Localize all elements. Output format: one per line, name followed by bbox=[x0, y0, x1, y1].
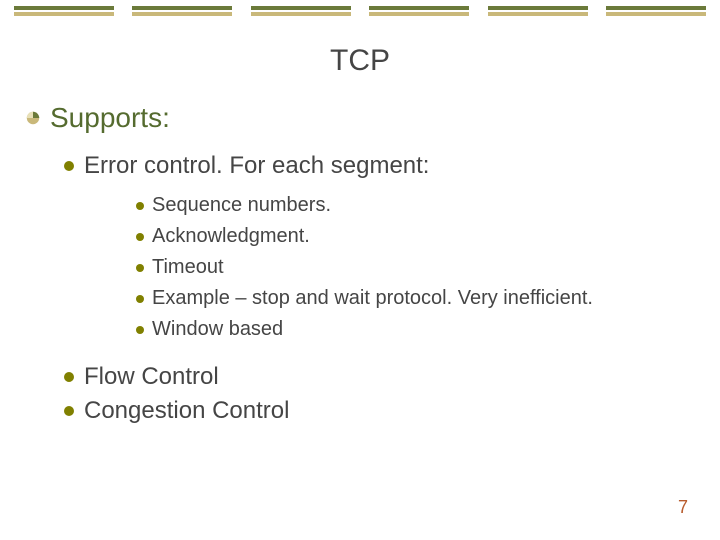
lvl2-text: Example – stop and wait protocol. Very i… bbox=[152, 287, 593, 310]
lvl2-text: Window based bbox=[152, 318, 283, 341]
page-number: 7 bbox=[678, 497, 688, 518]
bar-pair bbox=[251, 6, 351, 16]
bullet-icon bbox=[136, 202, 144, 210]
level2-list: Sequence numbers. Acknowledgment. Timeou… bbox=[136, 194, 688, 341]
bullet-icon bbox=[136, 264, 144, 272]
bullet-icon bbox=[136, 326, 144, 334]
pie-bullet-icon bbox=[26, 111, 40, 125]
slide-body: Supports: Error control. For each segmen… bbox=[0, 78, 720, 425]
bar-pair bbox=[14, 6, 114, 16]
lvl2-text: Timeout bbox=[152, 256, 224, 279]
list-item: Example – stop and wait protocol. Very i… bbox=[136, 287, 688, 310]
lvl1-text: Error control. For each segment: bbox=[84, 152, 429, 180]
slide: TCP Supports: Error control. For each se… bbox=[0, 0, 720, 540]
bar-pair bbox=[606, 6, 706, 16]
bar-pair bbox=[488, 6, 588, 16]
bar-pair bbox=[132, 6, 232, 16]
level1-list: Error control. For each segment: Sequenc… bbox=[64, 152, 688, 425]
supports-label: Supports: bbox=[50, 102, 170, 134]
bullet-icon bbox=[64, 161, 74, 171]
list-item: Flow Control bbox=[64, 363, 688, 391]
page-title: TCP bbox=[0, 44, 720, 78]
list-item: Error control. For each segment: bbox=[64, 152, 688, 180]
bullet-icon bbox=[136, 295, 144, 303]
list-item: Acknowledgment. bbox=[136, 225, 688, 248]
bullet-icon bbox=[64, 372, 74, 382]
bullet-icon bbox=[136, 233, 144, 241]
title-wrap: TCP bbox=[0, 44, 720, 78]
lvl2-text: Sequence numbers. bbox=[152, 194, 331, 217]
bullet-icon bbox=[64, 406, 74, 416]
lvl2-text: Acknowledgment. bbox=[152, 225, 310, 248]
decorative-top-bars bbox=[0, 0, 720, 16]
supports-heading: Supports: bbox=[26, 102, 688, 134]
list-item: Sequence numbers. bbox=[136, 194, 688, 217]
lvl1-text: Congestion Control bbox=[84, 397, 289, 425]
list-item: Congestion Control bbox=[64, 397, 688, 425]
list-item: Timeout bbox=[136, 256, 688, 279]
lvl1-text: Flow Control bbox=[84, 363, 219, 391]
list-item: Window based bbox=[136, 318, 688, 341]
bar-pair bbox=[369, 6, 469, 16]
